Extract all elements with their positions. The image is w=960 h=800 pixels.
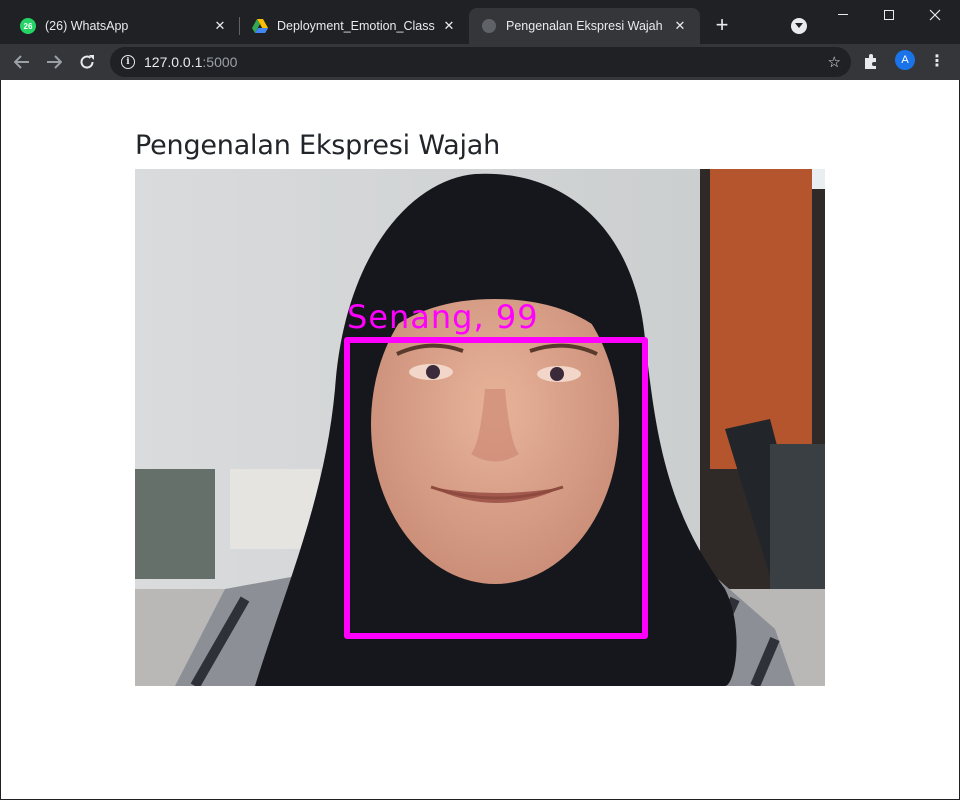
- maximize-icon[interactable]: [866, 4, 912, 26]
- url-host: 127.0.0.1: [144, 54, 203, 70]
- bookmark-star-icon[interactable]: ☆: [828, 53, 841, 71]
- kebab-menu-icon[interactable]: ⋮: [928, 53, 946, 71]
- tab-search-icon[interactable]: [791, 18, 807, 34]
- back-arrow-icon[interactable]: [10, 50, 34, 74]
- minimize-icon[interactable]: [820, 4, 866, 26]
- tab-title: Pengenalan Ekspresi Wajah: [506, 19, 663, 33]
- tab-title: (26) WhatsApp: [45, 19, 129, 33]
- emotion-label: Senang, 99: [347, 298, 539, 336]
- extensions-puzzle-icon[interactable]: [862, 53, 880, 71]
- face-bounding-box: [344, 337, 648, 639]
- address-bar[interactable]: i 127.0.0.1 :5000 ☆: [110, 47, 851, 77]
- site-info-icon[interactable]: i: [121, 55, 135, 69]
- forward-arrow-icon[interactable]: [42, 50, 66, 74]
- page-title: Pengenalan Ekspresi Wajah: [135, 130, 501, 161]
- close-icon[interactable]: ✕: [441, 18, 457, 34]
- browser-toolbar: i 127.0.0.1 :5000 ☆ ⋮: [0, 44, 960, 80]
- tab-active[interactable]: Pengenalan Ekspresi Wajah ✕: [469, 8, 700, 44]
- reload-icon[interactable]: [75, 50, 99, 74]
- page-content: Pengenalan Ekspresi Wajah Senang, 99: [1, 80, 959, 799]
- url-port: :5000: [202, 54, 238, 70]
- google-drive-icon: [252, 18, 268, 34]
- whatsapp-badge: 26: [20, 18, 36, 34]
- close-icon[interactable]: ✕: [212, 18, 228, 34]
- window-close-icon[interactable]: [912, 4, 958, 26]
- tab-drive[interactable]: Deployment_Emotion_Classifica ✕: [240, 8, 469, 44]
- profile-avatar[interactable]: A: [895, 50, 915, 70]
- tab-strip: 26 (26) WhatsApp ✕ Deployment_Emotion_Cl…: [0, 0, 960, 44]
- new-tab-icon[interactable]: +: [710, 14, 734, 38]
- close-icon[interactable]: ✕: [672, 18, 688, 34]
- globe-icon: [481, 18, 497, 34]
- tab-whatsapp[interactable]: 26 (26) WhatsApp ✕: [8, 8, 240, 44]
- whatsapp-icon: 26: [20, 18, 36, 34]
- tab-title: Deployment_Emotion_Classifica: [277, 19, 435, 33]
